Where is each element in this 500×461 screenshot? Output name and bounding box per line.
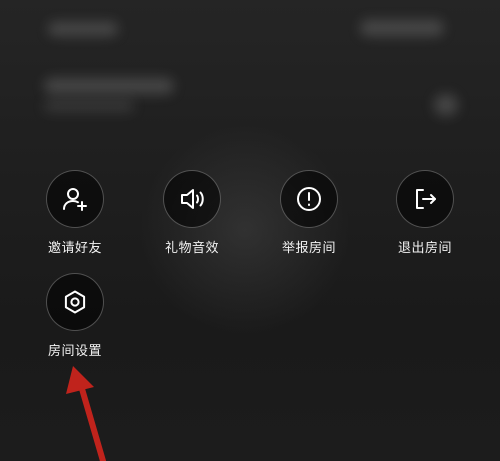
room-menu-overlay: 邀请好友 礼物音效 举报房间 退出房间 房间设置 — [0, 0, 500, 461]
annotation-arrow-icon — [66, 366, 106, 461]
